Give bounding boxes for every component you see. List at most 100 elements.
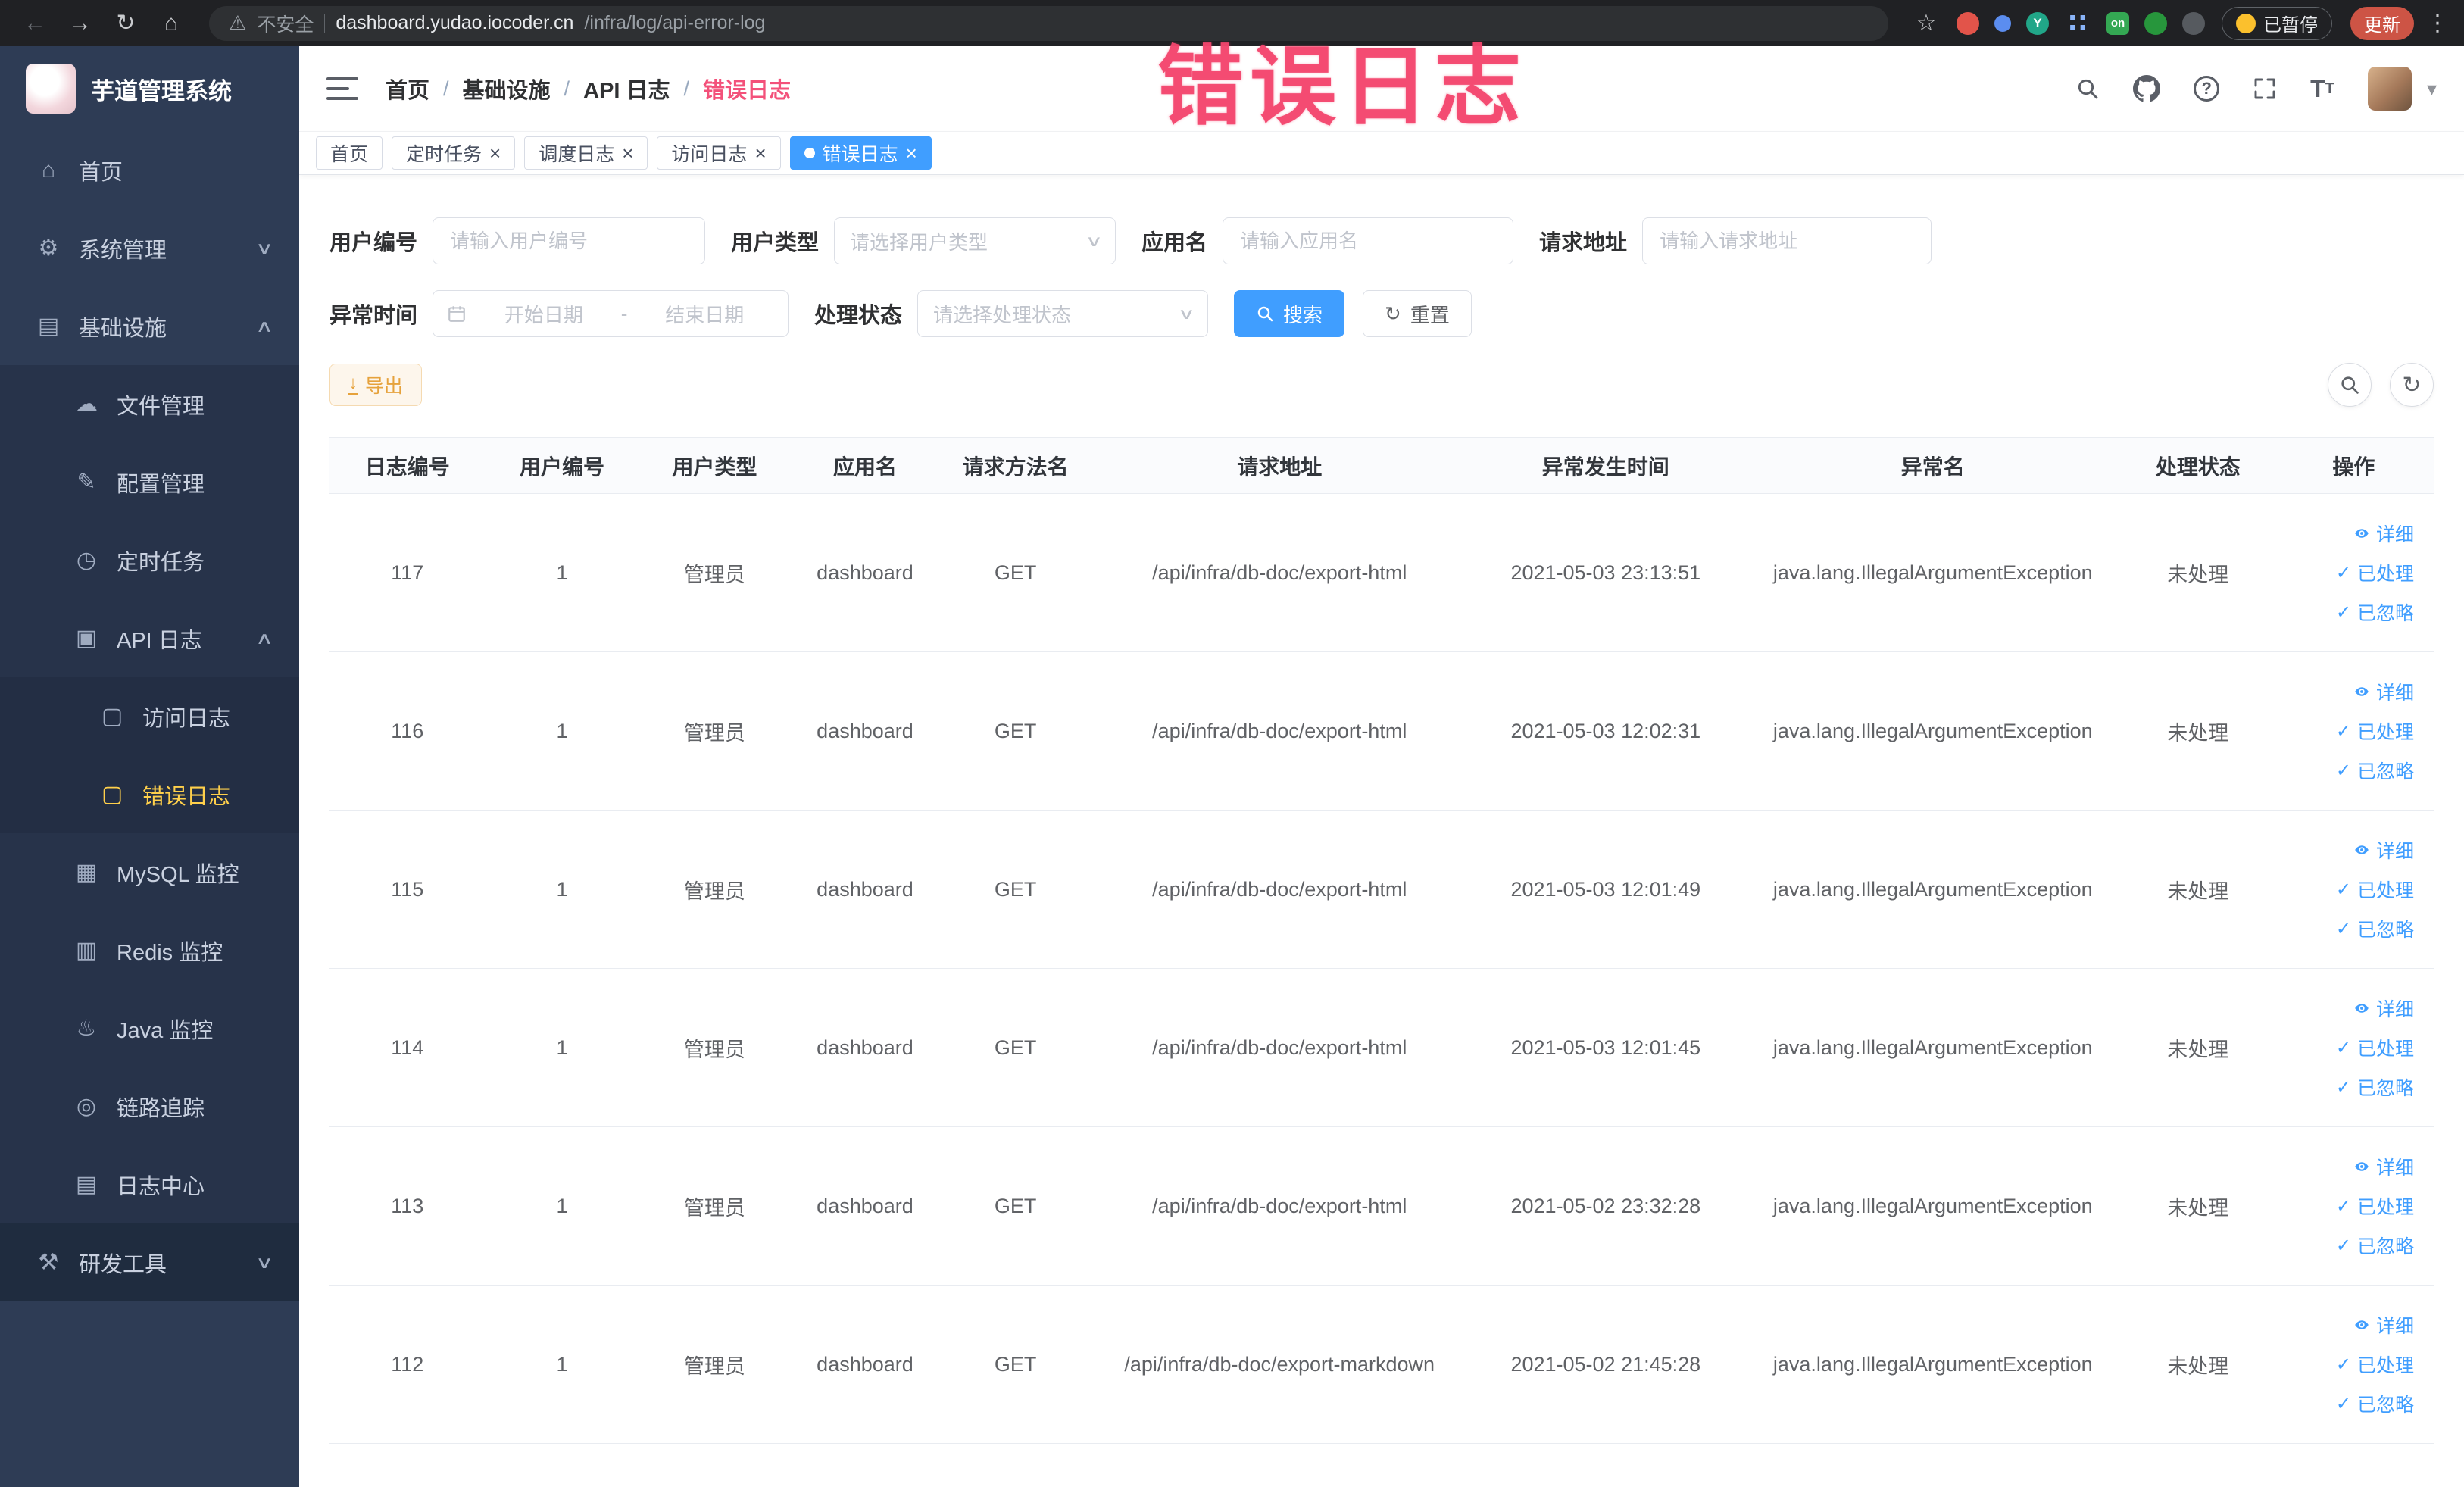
- breadcrumb-item[interactable]: 错误日志: [703, 73, 791, 105]
- avatar[interactable]: [2367, 67, 2412, 111]
- filter-label-user-id: 用户编号: [329, 231, 418, 255]
- address-bar[interactable]: ⚠ 不安全 dashboard.yudao.iocoder.cn/infra/l…: [209, 5, 1888, 41]
- tab-home[interactable]: 首页: [316, 136, 383, 170]
- paused-badge[interactable]: 已暂停: [2222, 6, 2332, 40]
- cell-actions: 详细 ✓ 已处理 ✓ 已忽略: [2273, 493, 2434, 652]
- tab-access-log[interactable]: 访问日志 ×: [657, 136, 781, 170]
- back-icon[interactable]: ←: [15, 0, 55, 46]
- extension-icon-2[interactable]: [1994, 14, 2011, 32]
- sidebar-item-access-log[interactable]: ▢ 访问日志: [0, 677, 299, 755]
- infra-icon: ▤: [37, 314, 60, 339]
- fullscreen-icon[interactable]: [2253, 77, 2277, 101]
- action-detail-link[interactable]: 详细: [2353, 1147, 2414, 1186]
- menu-kebab-icon[interactable]: ⋮: [2426, 0, 2449, 46]
- github-icon[interactable]: [2133, 75, 2161, 102]
- action-processed-link[interactable]: ✓ 已处理: [2336, 870, 2414, 909]
- extension-icon-5[interactable]: on: [2106, 11, 2129, 35]
- sidebar-item-system-management[interactable]: ⚙ 系统管理 ∨: [0, 209, 299, 287]
- sidebar-item-log-center[interactable]: ▤ 日志中心: [0, 1145, 299, 1223]
- breadcrumb-item[interactable]: 首页: [386, 73, 429, 105]
- action-processed-link[interactable]: ✓ 已处理: [2336, 1345, 2414, 1384]
- search-button[interactable]: 搜索: [1234, 290, 1345, 337]
- action-label: 详细: [2375, 683, 2414, 704]
- gear-icon: ⚙: [38, 236, 59, 261]
- action-detail-link[interactable]: 详细: [2353, 514, 2414, 553]
- sidebar-item-dev-tools[interactable]: ⚒ 研发工具 ∨: [0, 1223, 299, 1301]
- update-button[interactable]: 更新: [2350, 6, 2414, 40]
- tab-error-log[interactable]: 错误日志 ×: [789, 136, 932, 170]
- user-type-select[interactable]: 请选择用户类型 ∨: [834, 217, 1116, 264]
- close-icon[interactable]: ×: [906, 143, 917, 163]
- app-name-input[interactable]: [1223, 217, 1514, 264]
- breadcrumb-item[interactable]: 基础设施: [463, 73, 551, 105]
- sidebar-item-home[interactable]: ⌂ 首页: [0, 131, 299, 209]
- breadcrumb-item[interactable]: API 日志: [583, 73, 670, 105]
- extension-icon-1[interactable]: [1957, 11, 1979, 35]
- font-size-icon[interactable]: TT: [2310, 77, 2334, 101]
- forward-icon[interactable]: →: [61, 0, 100, 46]
- sidebar-item-file-management[interactable]: ☁ 文件管理: [0, 365, 299, 443]
- extension-icon-3[interactable]: Y: [2026, 11, 2049, 35]
- action-ignored-link[interactable]: ✓ 已忽略: [2336, 751, 2414, 790]
- request-url-input[interactable]: [1642, 217, 1932, 264]
- apilog-icon: ▣: [75, 626, 98, 651]
- sidebar-item-error-log[interactable]: ▢ 错误日志: [0, 755, 299, 833]
- action-ignored-link[interactable]: ✓ 已忽略: [2336, 592, 2414, 632]
- action-ignored-link[interactable]: ✓ 已忽略: [2336, 1384, 2414, 1423]
- extension-icon-7[interactable]: [2182, 11, 2205, 35]
- sidebar-item-redis-monitor[interactable]: ▥ Redis 监控: [0, 911, 299, 989]
- cell-method: GET: [939, 1126, 1091, 1286]
- search-icon[interactable]: [2075, 77, 2100, 101]
- chevron-down-icon[interactable]: ▾: [2427, 77, 2437, 101]
- process-status-select[interactable]: 请选择处理状态 ∨: [917, 290, 1209, 337]
- cell-user-id: 1: [485, 810, 639, 969]
- reset-button[interactable]: ↻ 重置: [1363, 290, 1472, 337]
- sidebar-toggle-icon[interactable]: [326, 77, 358, 100]
- close-icon[interactable]: ×: [489, 143, 501, 163]
- search-toggle-button[interactable]: [2328, 363, 2372, 407]
- user-id-input[interactable]: [433, 217, 706, 264]
- cell-time: 2021-05-03 12:01:45: [1467, 968, 1744, 1127]
- action-processed-link[interactable]: ✓ 已处理: [2336, 1186, 2414, 1226]
- tab-scheduled-tasks[interactable]: 定时任务 ×: [392, 136, 516, 170]
- sidebar-item-label: 基础设施: [79, 316, 167, 341]
- close-icon[interactable]: ×: [754, 143, 766, 163]
- help-icon[interactable]: ?: [2194, 76, 2220, 102]
- refresh-button[interactable]: ↻: [2390, 363, 2434, 407]
- sidebar-item-java-monitor[interactable]: ♨ Java 监控: [0, 989, 299, 1067]
- sidebar-item-api-logs[interactable]: ▣ API 日志 ∧: [0, 599, 299, 677]
- action-detail-link[interactable]: 详细: [2353, 830, 2414, 870]
- cell-id: 112: [329, 1285, 486, 1444]
- eye-icon: [2353, 683, 2370, 700]
- reload-icon[interactable]: ↻: [106, 0, 145, 46]
- extension-icon-4[interactable]: ∷: [2064, 9, 2091, 38]
- cell-user-type: 管理员: [639, 968, 791, 1127]
- action-detail-link[interactable]: 详细: [2353, 989, 2414, 1028]
- action-detail-link[interactable]: 详细: [2353, 1305, 2414, 1345]
- cell-time: 2021-05-02 21:45:28: [1467, 1285, 1744, 1444]
- action-processed-link[interactable]: ✓ 已处理: [2336, 1028, 2414, 1067]
- sidebar-item-label: Redis 监控: [117, 940, 223, 965]
- bookmark-star-icon[interactable]: ☆: [1907, 0, 1946, 46]
- action-ignored-link[interactable]: ✓ 已忽略: [2336, 1067, 2414, 1107]
- column-header: 请求地址: [1091, 437, 1468, 494]
- sidebar-item-scheduled-tasks[interactable]: ◷ 定时任务: [0, 521, 299, 599]
- tab-job-log[interactable]: 调度日志 ×: [524, 136, 648, 170]
- browser-home-icon[interactable]: ⌂: [151, 0, 191, 46]
- sidebar-item-trace[interactable]: ◎ 链路追踪: [0, 1067, 299, 1145]
- action-detail-link[interactable]: 详细: [2353, 672, 2414, 711]
- export-button[interactable]: ↓ 导出: [329, 364, 423, 406]
- sidebar-item-mysql-monitor[interactable]: ▦ MySQL 监控: [0, 833, 299, 911]
- logo[interactable]: 芋道管理系统: [0, 46, 299, 131]
- error-time-range-picker[interactable]: 开始日期 - 结束日期: [433, 290, 789, 337]
- action-ignored-link[interactable]: ✓ 已忽略: [2336, 909, 2414, 948]
- action-ignored-link[interactable]: ✓ 已忽略: [2336, 1226, 2414, 1265]
- action-processed-link[interactable]: ✓ 已处理: [2336, 711, 2414, 751]
- action-processed-link[interactable]: ✓ 已处理: [2336, 553, 2414, 592]
- sidebar-item-infrastructure[interactable]: ▤ 基础设施 ∧: [0, 287, 299, 365]
- close-icon[interactable]: ×: [622, 143, 633, 163]
- column-header: 请求方法名: [939, 437, 1091, 494]
- extension-icon-6[interactable]: [2144, 11, 2167, 35]
- sidebar-item-config-management[interactable]: ✎ 配置管理: [0, 443, 299, 521]
- action-label: 详细: [2375, 1316, 2414, 1337]
